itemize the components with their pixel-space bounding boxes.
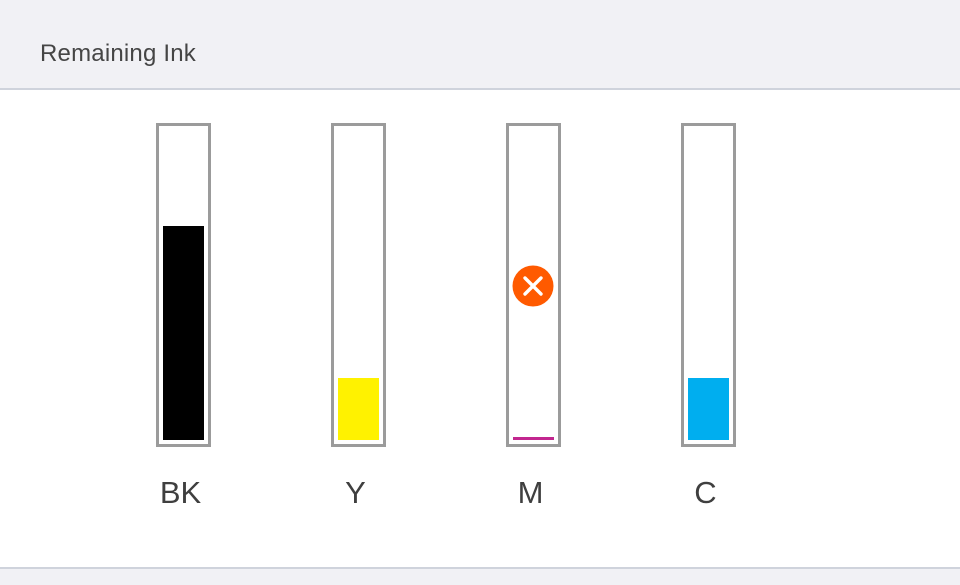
ink-level-fill (513, 437, 554, 440)
ink-tank (506, 123, 561, 447)
ink-levels-panel: BK Y M C (0, 90, 960, 567)
ink-level-fill (338, 378, 379, 440)
ink-label: Y (345, 475, 366, 510)
ink-tank (681, 123, 736, 447)
error-x-icon (512, 265, 554, 307)
page-title: Remaining Ink (40, 40, 197, 67)
ink-tank (331, 123, 386, 447)
footer-bar (0, 567, 960, 585)
ink-level-fill (688, 378, 729, 440)
ink-tank (156, 123, 211, 447)
ink-label: BK (159, 475, 202, 510)
header-bar: Remaining Ink (0, 0, 960, 90)
ink-label: M (517, 475, 544, 510)
ink-level-fill (163, 226, 204, 440)
ink-label: C (694, 475, 717, 510)
